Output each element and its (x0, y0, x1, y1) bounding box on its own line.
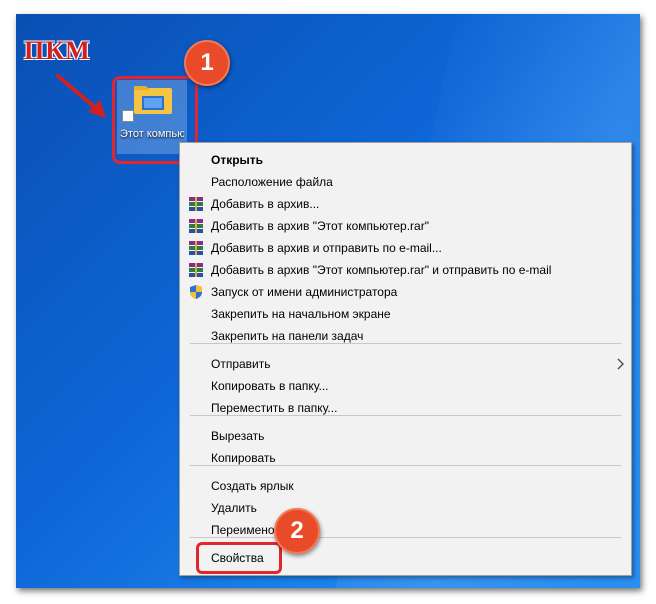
desktop: ПКМ Этот компьютер 1 ОткрытьРасположение… (16, 14, 640, 588)
menu-item[interactable]: Удалить (180, 497, 631, 519)
menu-item[interactable]: Добавить в архив и отправить по e-mail..… (180, 237, 631, 259)
menu-item-label: Создать ярлык (211, 479, 294, 493)
menu-item[interactable]: Копировать в папку... (180, 375, 631, 397)
menu-separator (190, 343, 621, 344)
winrar-icon (188, 262, 204, 278)
menu-item-label: Вырезать (211, 429, 265, 443)
menu-item[interactable]: Вырезать (180, 425, 631, 447)
menu-item-label: Запуск от имени администратора (211, 285, 398, 299)
step-badge-1: 1 (184, 40, 230, 86)
rmb-annotation: ПКМ (24, 36, 91, 65)
menu-item-label: Открыть (211, 153, 264, 167)
menu-item-label: Отправить (211, 357, 271, 371)
menu-item[interactable]: Отправить (180, 353, 631, 375)
menu-item[interactable]: Открыть (180, 149, 631, 171)
properties-highlight-box (196, 542, 282, 574)
menu-separator (190, 465, 621, 466)
menu-item[interactable]: Добавить в архив... (180, 193, 631, 215)
menu-item-label: Удалить (211, 501, 257, 515)
menu-item-label: Копировать в папку... (211, 379, 329, 393)
menu-item-label: Добавить в архив и отправить по e-mail..… (211, 241, 442, 255)
menu-separator (190, 415, 621, 416)
uac-shield-icon (188, 284, 204, 300)
menu-item-label: Расположение файла (211, 175, 333, 189)
menu-item-label: Копировать (211, 451, 276, 465)
winrar-icon (188, 240, 204, 256)
menu-item[interactable]: Закрепить на начальном экране (180, 303, 631, 325)
menu-item-label: Добавить в архив "Этот компьютер.rar" и … (211, 263, 552, 277)
menu-item[interactable]: Создать ярлык (180, 475, 631, 497)
menu-item-label: Закрепить на начальном экране (211, 307, 391, 321)
menu-item-label: Добавить в архив... (211, 197, 320, 211)
menu-item[interactable]: Добавить в архив "Этот компьютер.rar" (180, 215, 631, 237)
menu-item[interactable]: Добавить в архив "Этот компьютер.rar" и … (180, 259, 631, 281)
menu-item-label: Закрепить на панели задач (211, 329, 364, 343)
menu-item[interactable]: Запуск от имени администратора (180, 281, 631, 303)
menu-separator (190, 537, 621, 538)
winrar-icon (188, 218, 204, 234)
winrar-icon (188, 196, 204, 212)
step-badge-2: 2 (274, 508, 320, 554)
chevron-right-icon (617, 358, 625, 373)
context-menu: Открыть Расположение файла Добавить в архи… (179, 142, 632, 576)
annotation-arrow-icon (56, 74, 106, 118)
menu-item-label: Переместить в папку... (211, 401, 338, 415)
menu-item[interactable]: Расположение файла (180, 171, 631, 193)
menu-item-label: Добавить в архив "Этот компьютер.rar" (211, 219, 429, 233)
